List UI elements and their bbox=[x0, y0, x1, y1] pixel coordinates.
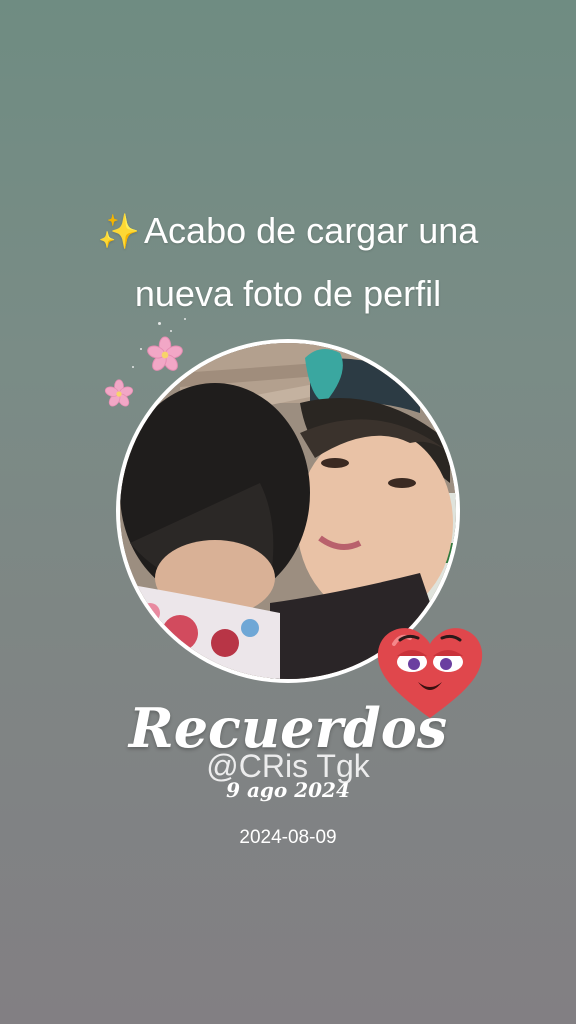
headline-line-1: ✨ Acabo de cargar una bbox=[0, 200, 576, 263]
sparkle-dot bbox=[132, 366, 134, 368]
flower-icon bbox=[147, 336, 183, 371]
headline-text-1: Acabo de cargar una bbox=[144, 210, 479, 251]
sparkle-dot bbox=[140, 348, 142, 350]
sparkle-icon: ✨ bbox=[97, 213, 141, 251]
date-script: 9 ago 2024 bbox=[226, 778, 350, 802]
headline: ✨ Acabo de cargar una nueva foto de perfi… bbox=[0, 200, 576, 325]
sparkle-dot bbox=[170, 330, 172, 332]
headline-line-2: nueva foto de perfil bbox=[134, 273, 442, 314]
sparkle-dot bbox=[158, 322, 161, 325]
sparkle-dot bbox=[184, 318, 186, 320]
flower-icon bbox=[104, 379, 134, 407]
post-date: 2024-08-09 bbox=[239, 827, 337, 848]
